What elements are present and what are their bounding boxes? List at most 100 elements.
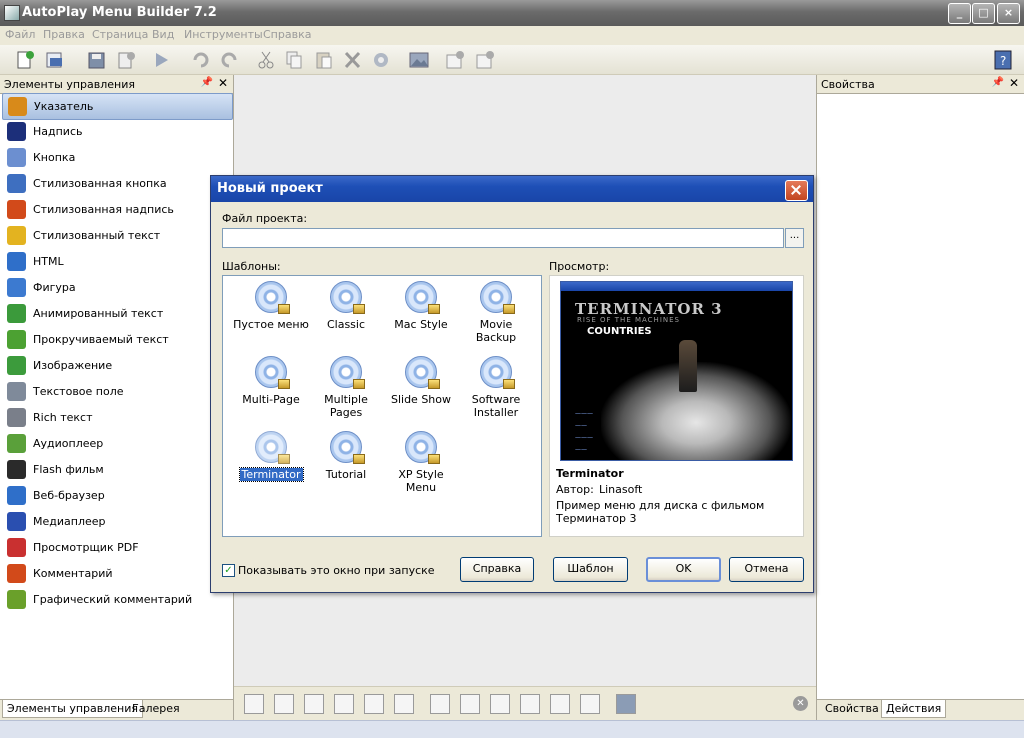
menu-tools[interactable]: Инструменты	[184, 28, 263, 41]
help-button[interactable]: Справка	[460, 557, 534, 582]
control-item-15[interactable]: Веб-браузер	[2, 483, 231, 508]
panel-close-icon[interactable]: ✕	[1009, 76, 1019, 90]
control-item-5[interactable]: Стилизованный текст	[2, 223, 231, 248]
template-item[interactable]: Software Installer	[458, 352, 534, 420]
dialog-title-bar[interactable]: Новый проект	[211, 176, 813, 202]
media-player-icon	[7, 512, 26, 531]
template-item[interactable]: Multiple Pages	[308, 352, 384, 420]
template-item[interactable]: Tutorial	[308, 427, 384, 495]
open-file-icon[interactable]	[44, 50, 66, 70]
control-item-0[interactable]: Указатель	[2, 93, 233, 120]
menu-view[interactable]: Вид	[152, 28, 174, 41]
control-item-9[interactable]: Прокручиваемый текст	[2, 327, 231, 352]
window-title-bar[interactable]: AutoPlay Menu Builder 7.2 _ □ ×	[0, 0, 1024, 26]
control-item-12[interactable]: Rich текст	[2, 405, 231, 430]
file-label: Файл проекта:	[222, 212, 308, 225]
control-item-13[interactable]: Аудиоплеер	[2, 431, 231, 456]
space-v-icon[interactable]	[580, 694, 600, 714]
audio-icon	[7, 434, 26, 453]
template-name: Multiple Pages	[324, 393, 368, 419]
control-item-3[interactable]: Стилизованная кнопка	[2, 171, 231, 196]
control-item-7[interactable]: Фигура	[2, 275, 231, 300]
control-item-2[interactable]: Кнопка	[2, 145, 231, 170]
close-doc-icon[interactable]	[116, 50, 138, 70]
control-item-4[interactable]: Стилизованная надпись	[2, 197, 231, 222]
control-item-10[interactable]: Изображение	[2, 353, 231, 378]
align-right-icon[interactable]	[334, 694, 354, 714]
ok-button[interactable]: OK	[646, 557, 721, 582]
delete-icon[interactable]	[342, 50, 364, 70]
monitor-icon[interactable]	[616, 694, 636, 714]
cancel-button[interactable]: Отмена	[729, 557, 804, 582]
close-window-button[interactable]: ×	[997, 3, 1020, 24]
save-icon[interactable]	[86, 50, 108, 70]
template-item-selected[interactable]: Terminator	[233, 427, 309, 495]
animated-text-icon	[7, 304, 26, 323]
align-top-icon[interactable]	[430, 694, 450, 714]
minimize-button[interactable]: _	[948, 3, 971, 24]
tab-controls[interactable]: Элементы управления	[2, 700, 143, 718]
align-center-icon[interactable]	[304, 694, 324, 714]
pin-icon[interactable]: 📌	[201, 77, 213, 88]
distribute-h-icon[interactable]	[364, 694, 384, 714]
project-file-input[interactable]	[222, 228, 784, 248]
paste-icon[interactable]	[313, 50, 335, 70]
align-top-edge-icon[interactable]	[460, 694, 480, 714]
svg-text:?: ?	[1000, 54, 1006, 68]
tab-properties[interactable]: Свойства	[821, 700, 883, 718]
redo-icon[interactable]	[218, 50, 240, 70]
template-item[interactable]: Classic	[308, 277, 384, 345]
maximize-button[interactable]: □	[972, 3, 995, 24]
menu-file[interactable]: Файл	[5, 28, 35, 41]
close-bar-icon[interactable]: ✕	[793, 696, 808, 711]
button-ok-icon	[7, 148, 26, 167]
align-middle-icon[interactable]	[490, 694, 510, 714]
control-item-1[interactable]: Надпись	[2, 119, 231, 144]
right-panel-tabs: Свойства Действия	[817, 699, 1024, 720]
template-item[interactable]: Mac Style	[383, 277, 459, 345]
template-name: XP Style Menu	[398, 468, 444, 494]
control-item-6[interactable]: HTML	[2, 249, 231, 274]
template-item[interactable]: Slide Show	[383, 352, 459, 420]
undo-icon[interactable]	[190, 50, 212, 70]
tab-gallery[interactable]: Галерея	[128, 700, 184, 718]
help-icon[interactable]: ?	[992, 50, 1014, 70]
space-h-icon[interactable]	[394, 694, 414, 714]
play-icon[interactable]	[151, 50, 173, 70]
dialog-close-button[interactable]	[785, 180, 808, 201]
preview-name: Terminator	[556, 467, 624, 480]
template-item[interactable]: Multi-Page	[233, 352, 309, 420]
template-button[interactable]: Шаблон	[553, 557, 628, 582]
copy-icon[interactable]	[283, 50, 305, 70]
control-item-16[interactable]: Медиаплеер	[2, 509, 231, 534]
preview-box: TERMINATOR 3 RISE OF THE MACHINES COUNTR…	[549, 275, 804, 537]
control-item-18[interactable]: Комментарий	[2, 561, 231, 586]
tab-actions[interactable]: Действия	[881, 700, 947, 718]
show-on-start-checkbox[interactable]: ✓	[222, 564, 235, 577]
control-item-8[interactable]: Анимированный текст	[2, 301, 231, 326]
align-left-edge-icon[interactable]	[274, 694, 294, 714]
properties-icon[interactable]	[370, 50, 392, 70]
template-name: Classic	[326, 318, 366, 331]
template-item[interactable]: Пустое меню	[233, 277, 309, 345]
template-item[interactable]: Movie Backup	[458, 277, 534, 345]
remove-page-icon[interactable]	[474, 50, 496, 70]
image-icon[interactable]	[408, 50, 430, 70]
menu-help[interactable]: Справка	[263, 28, 311, 41]
control-item-19[interactable]: Графический комментарий	[2, 587, 231, 612]
control-item-11[interactable]: Текстовое поле	[2, 379, 231, 404]
control-item-14[interactable]: Flash фильм	[2, 457, 231, 482]
new-file-icon[interactable]	[14, 50, 36, 70]
cut-icon[interactable]	[255, 50, 277, 70]
align-bottom-icon[interactable]	[520, 694, 540, 714]
template-item[interactable]: XP Style Menu	[383, 427, 459, 495]
browse-button[interactable]: ...	[785, 228, 804, 248]
control-item-17[interactable]: Просмотрщик PDF	[2, 535, 231, 560]
panel-close-icon[interactable]: ✕	[218, 76, 228, 90]
menu-edit[interactable]: Правка	[43, 28, 85, 41]
distribute-v-icon[interactable]	[550, 694, 570, 714]
align-left-icon[interactable]	[244, 694, 264, 714]
menu-page[interactable]: Страница	[92, 28, 148, 41]
add-page-icon[interactable]	[444, 50, 466, 70]
pin-icon[interactable]: 📌	[992, 77, 1004, 88]
